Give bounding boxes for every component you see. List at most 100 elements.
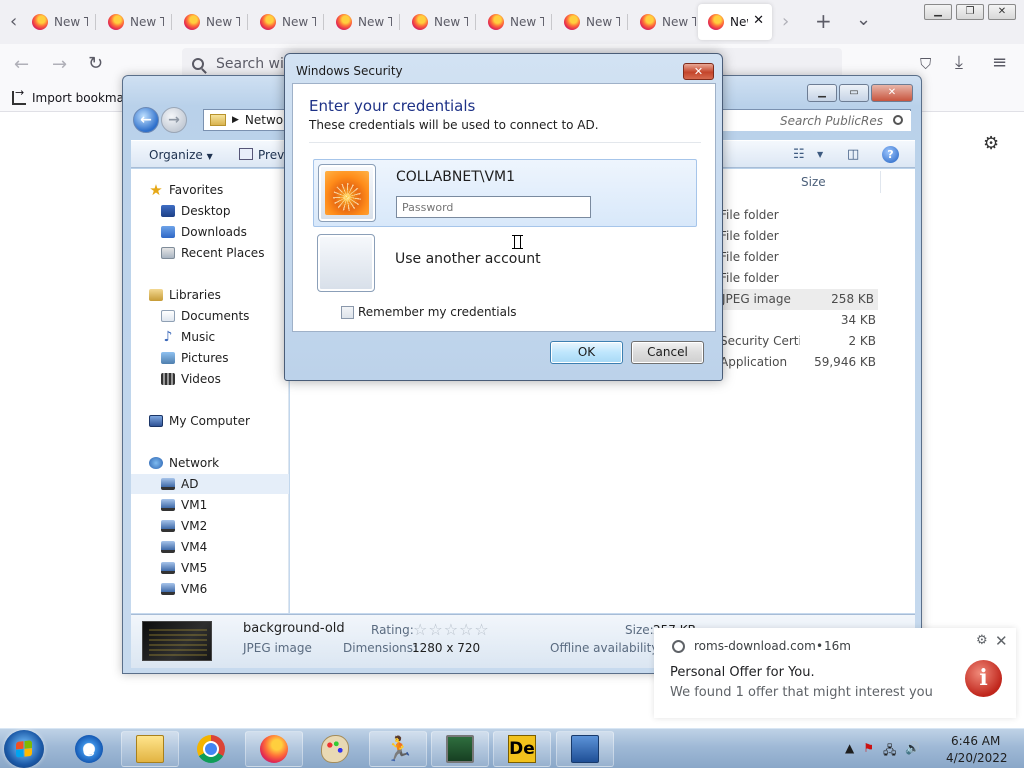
start-button[interactable] (4, 730, 44, 768)
browser-tab[interactable]: New Tab (630, 4, 704, 40)
rating-stars-icon[interactable]: ☆☆☆☆☆ (413, 620, 490, 639)
nav-computer-ad[interactable]: AD (131, 474, 289, 494)
tab-scroll-left-icon[interactable]: ‹ (10, 13, 17, 31)
list-all-tabs-button[interactable]: ⌄ (856, 11, 871, 29)
file-size: 2 KB (848, 334, 876, 348)
browser-tab[interactable]: New Tab (174, 4, 248, 40)
globe-icon (672, 640, 685, 653)
page-settings-gear-icon[interactable]: ⚙ (983, 133, 999, 154)
account-tile-selected[interactable]: COLLABNET\VM1 (313, 159, 697, 227)
size-column-header[interactable]: Size (801, 175, 826, 189)
firefox-favicon-icon (32, 14, 48, 30)
notification-settings-gear-icon[interactable]: ⚙ (976, 633, 988, 648)
tab-title: New Tab (282, 15, 316, 29)
nav-my-computer[interactable]: My Computer (149, 411, 307, 431)
taskbar-chrome[interactable] (182, 731, 240, 767)
password-field[interactable] (396, 196, 591, 218)
search-icon (192, 58, 204, 70)
checkbox[interactable] (341, 305, 354, 319)
nav-label: AD (181, 477, 199, 491)
cancel-button[interactable]: Cancel (631, 341, 704, 364)
explorer-maximize-button[interactable]: ▭ (839, 84, 869, 102)
network-tray-icon[interactable]: 🖧 (883, 741, 896, 762)
browser-tab[interactable]: New Tab (98, 4, 172, 40)
dialog-title: Windows Security (296, 64, 403, 78)
reload-icon[interactable]: ↻ (88, 55, 103, 73)
show-hidden-icons-icon[interactable]: ▲ (845, 741, 854, 762)
pocket-icon[interactable]: ⛉ (920, 55, 931, 73)
nav-label: Favorites (169, 183, 224, 197)
browser-tab[interactable]: New Tab (22, 4, 96, 40)
clock-date[interactable]: 4/20/2022 (946, 751, 1008, 765)
browser-tab[interactable]: New Tab (478, 4, 552, 40)
taskbar-paint[interactable] (306, 731, 364, 767)
explorer-close-button[interactable]: ✕ (871, 84, 913, 102)
explorer-minimize-button[interactable]: ▁ (807, 84, 837, 102)
browser-tab[interactable]: New Tab (326, 4, 400, 40)
dialog-close-button[interactable]: ✕ (683, 63, 714, 80)
help-icon[interactable]: ? (882, 146, 899, 163)
nav-label: Music (181, 330, 216, 344)
file-row[interactable]: File folder (720, 268, 880, 289)
clock-time[interactable]: 6:46 AM (951, 734, 1000, 748)
computer-icon (161, 520, 175, 532)
ok-button[interactable]: OK (550, 341, 623, 364)
browser-notification[interactable]: roms-download.com • 16m ⚙ ✕ Personal Off… (654, 628, 1016, 718)
menu-icon[interactable]: ≡ (992, 54, 1007, 72)
explorer-forward-button[interactable]: → (161, 107, 187, 133)
nav-label: My Computer (169, 414, 250, 428)
taskbar-de-app[interactable]: De (493, 731, 551, 767)
file-row[interactable]: File folder (720, 205, 880, 226)
downloads-icon[interactable]: ⤓ (955, 54, 963, 72)
dialog-heading: Enter your credentials (309, 97, 476, 115)
use-another-account-tile[interactable]: Use another account (313, 232, 697, 292)
file-row[interactable]: Security Certificate 2 KB (720, 331, 880, 352)
taskbar-figure-app[interactable]: 🏃 (369, 731, 427, 767)
volume-icon[interactable]: 🔊 (905, 741, 920, 762)
view-options-chevron-icon[interactable]: ▼ (817, 150, 823, 159)
tab-close-icon[interactable]: ✕ (753, 13, 764, 28)
file-row[interactable]: File folder (720, 247, 880, 268)
details-file-name: background-old (243, 621, 345, 636)
close-window-button[interactable]: ✕ (988, 4, 1016, 20)
remember-credentials-checkbox[interactable]: Remember my credentials (341, 305, 517, 319)
notification-time: 16m (824, 639, 851, 653)
firefox-favicon-icon (640, 14, 656, 30)
browser-tab[interactable]: New Tab (554, 4, 628, 40)
nav-label: Videos (181, 372, 221, 386)
nav-network[interactable]: Network (149, 453, 307, 473)
organize-menu-button[interactable]: Organize ▼ (149, 148, 213, 162)
browser-tab[interactable]: New Tab (250, 4, 324, 40)
action-center-flag-icon[interactable]: ⚑ (863, 741, 874, 762)
browser-tab-active[interactable]: New Tab ✕ (698, 4, 772, 40)
browser-tab[interactable]: New Tab (402, 4, 476, 40)
nav-label: Downloads (181, 225, 247, 239)
chrome-icon (197, 735, 225, 763)
change-view-icon[interactable]: ☷ (793, 147, 805, 162)
new-tab-button[interactable]: + (815, 11, 832, 31)
file-row-selected[interactable]: JPEG image 258 KB (722, 289, 878, 310)
file-type: File folder (720, 208, 779, 222)
file-row[interactable]: Application 59,946 KB (720, 352, 880, 373)
explorer-search-input[interactable]: Search PublicRes (721, 111, 911, 131)
restore-button[interactable]: ❐ (956, 4, 984, 20)
browser-window-controls: ▁ ❐ ✕ (924, 4, 1016, 20)
notification-close-icon[interactable]: ✕ (995, 632, 1008, 650)
explorer-back-button[interactable]: ← (133, 107, 159, 133)
minimize-button[interactable]: ▁ (924, 4, 952, 20)
size-label: Size: (625, 623, 654, 637)
forward-arrow-icon[interactable]: → (52, 56, 67, 74)
videos-icon (161, 373, 175, 385)
back-arrow-icon[interactable]: ← (14, 56, 29, 74)
taskbar-firefox[interactable] (245, 731, 303, 767)
tab-scroll-right-icon[interactable]: › (782, 13, 789, 31)
file-type: JPEG image (722, 292, 791, 306)
preview-pane-icon[interactable]: ◫ (847, 147, 859, 162)
tab-separator (171, 14, 172, 30)
taskbar-monitor-app[interactable] (431, 731, 489, 767)
file-row[interactable]: File folder (720, 226, 880, 247)
taskbar-internet-explorer[interactable]: e (60, 731, 118, 767)
taskbar-remote-desktop[interactable] (556, 731, 614, 767)
taskbar-windows-explorer[interactable] (121, 731, 179, 767)
file-row[interactable]: 34 KB (720, 310, 880, 331)
